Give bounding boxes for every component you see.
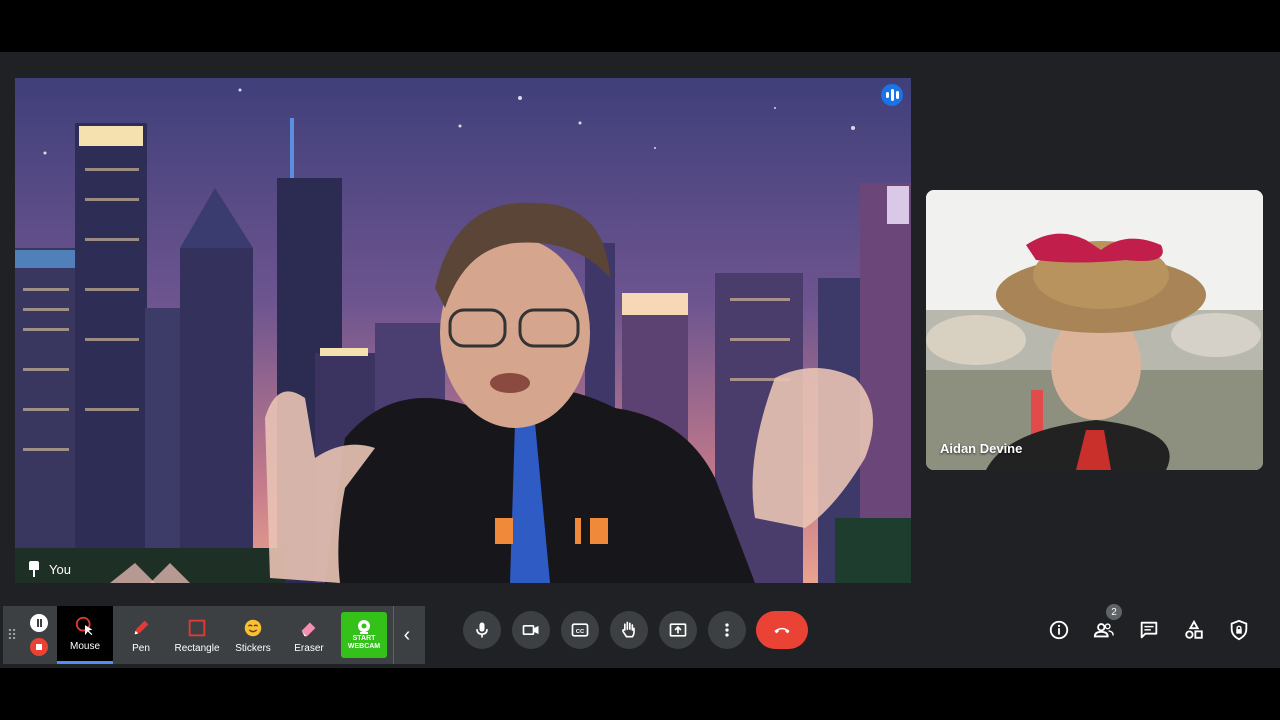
start-webcam-button[interactable]: START WEBCAM bbox=[341, 612, 387, 658]
annotation-toolbar: ⠿ Mouse Pen Rectangle Stickers Eraser ST… bbox=[3, 606, 425, 664]
svg-text:CC: CC bbox=[576, 629, 585, 635]
tool-pen[interactable]: Pen bbox=[113, 606, 169, 664]
speaking-indicator-icon bbox=[881, 84, 903, 106]
webcam-label-2: WEBCAM bbox=[347, 643, 381, 650]
microphone-button[interactable] bbox=[463, 611, 501, 649]
activities-button[interactable] bbox=[1182, 618, 1206, 642]
tool-label: Rectangle bbox=[174, 642, 220, 654]
info-icon bbox=[1049, 620, 1069, 640]
pause-recording-button[interactable] bbox=[30, 614, 48, 632]
tool-stickers[interactable]: Stickers bbox=[225, 606, 281, 664]
tool-label: Pen bbox=[132, 642, 150, 654]
camera-icon bbox=[522, 625, 539, 635]
more-options-icon bbox=[725, 623, 729, 637]
host-controls-button[interactable] bbox=[1227, 618, 1251, 642]
people-icon bbox=[1093, 623, 1114, 638]
stop-recording-button[interactable] bbox=[30, 638, 48, 656]
raise-hand-icon bbox=[622, 621, 635, 638]
participant-tile[interactable]: Aidan Devine bbox=[926, 190, 1263, 470]
chat-button[interactable] bbox=[1137, 618, 1161, 642]
captions-button[interactable]: CC bbox=[561, 611, 599, 649]
tool-rectangle[interactable]: Rectangle bbox=[169, 606, 225, 664]
activities-icon bbox=[1185, 619, 1203, 639]
recording-controls bbox=[21, 606, 57, 664]
webcam-label-1: START bbox=[352, 635, 376, 642]
mouse-cursor-icon bbox=[75, 616, 93, 636]
microphone-icon bbox=[476, 622, 488, 638]
webcam-icon bbox=[358, 620, 370, 634]
participant-video-feed bbox=[926, 190, 1263, 470]
chat-icon bbox=[1140, 621, 1158, 639]
main-video-tile[interactable]: You bbox=[15, 78, 911, 583]
pen-icon bbox=[134, 620, 149, 634]
leave-call-button[interactable] bbox=[756, 611, 808, 649]
captions-icon: CC bbox=[571, 623, 589, 637]
self-name: You bbox=[49, 561, 71, 577]
participants-button[interactable] bbox=[1092, 618, 1116, 642]
camera-button[interactable] bbox=[512, 611, 550, 649]
tool-label: Mouse bbox=[69, 641, 100, 652]
tool-label: Eraser bbox=[294, 642, 324, 654]
tool-label: Stickers bbox=[235, 642, 271, 654]
raise-hand-button[interactable] bbox=[610, 611, 648, 649]
tool-eraser[interactable]: Eraser bbox=[281, 606, 337, 664]
rectangle-icon bbox=[188, 619, 206, 636]
present-icon bbox=[669, 623, 687, 637]
host-controls-icon bbox=[1230, 619, 1248, 641]
self-label: You bbox=[27, 561, 71, 577]
participant-count-badge: 2 bbox=[1106, 604, 1122, 620]
video-feed bbox=[15, 78, 911, 583]
more-options-button[interactable] bbox=[708, 611, 746, 649]
participant-name: Aidan Devine bbox=[940, 441, 1023, 456]
eraser-icon bbox=[301, 622, 316, 636]
hang-up-icon bbox=[774, 627, 790, 634]
pin-icon[interactable] bbox=[27, 561, 41, 577]
sticker-icon bbox=[244, 619, 262, 636]
tool-mouse[interactable]: Mouse bbox=[57, 606, 113, 664]
present-screen-button[interactable] bbox=[659, 611, 697, 649]
meeting-details-button[interactable] bbox=[1047, 618, 1071, 642]
collapse-toolbar-icon[interactable]: ‹ bbox=[393, 606, 420, 664]
drag-handle-icon[interactable]: ⠿ bbox=[3, 606, 21, 664]
